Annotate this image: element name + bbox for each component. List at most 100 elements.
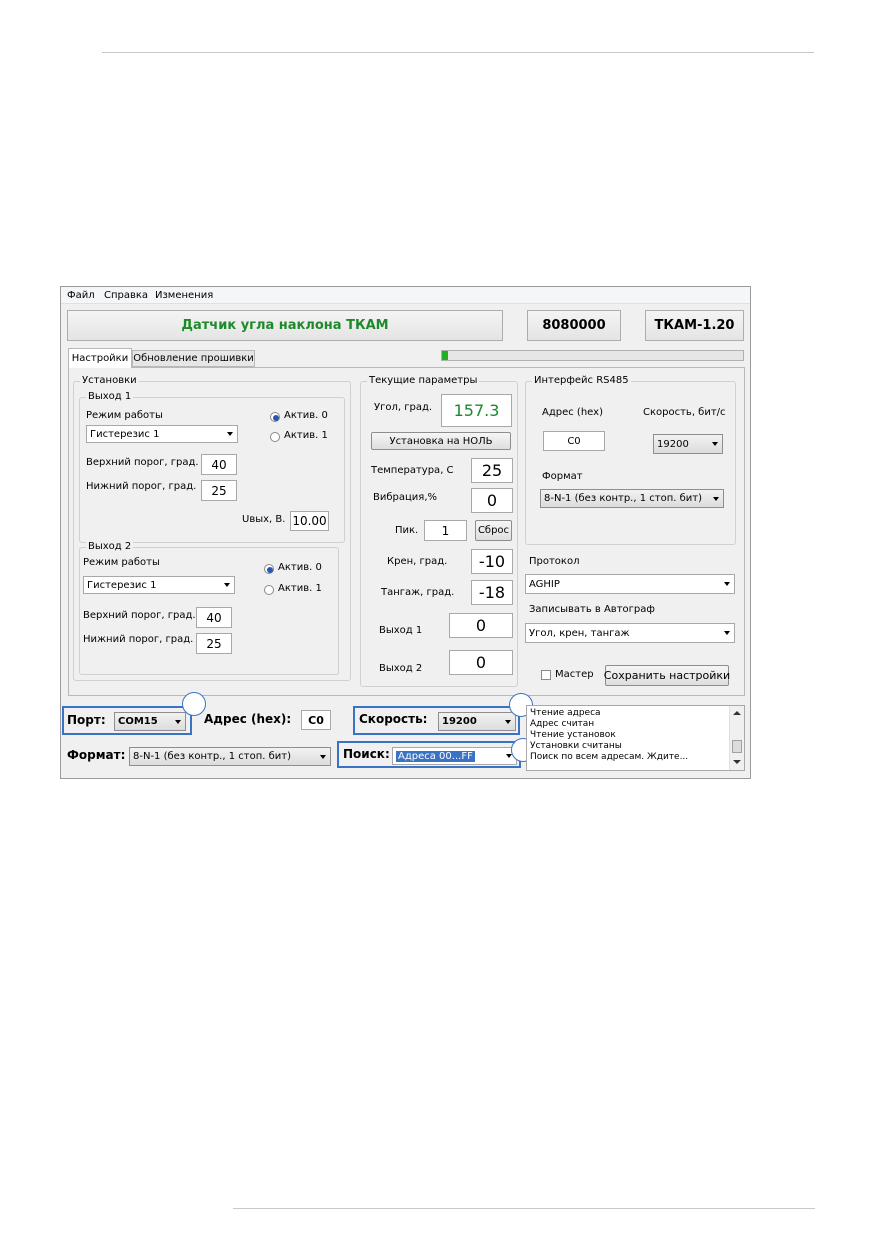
out2-mode-combo[interactable]: Гистерезис 1	[83, 576, 235, 594]
bottom-speed-label: Скорость:	[359, 712, 428, 726]
out1-active1-radio[interactable]	[270, 432, 280, 442]
scroll-down-icon[interactable]	[733, 760, 741, 764]
scroll-up-icon[interactable]	[733, 711, 741, 715]
tab-firmware[interactable]: Обновление прошивки	[132, 350, 255, 367]
protocol-value: AGHIP	[529, 578, 560, 590]
out1-lower-label: Нижний порог, град.	[86, 481, 197, 492]
angle-value: 157.3	[441, 394, 512, 427]
search-label: Поиск:	[343, 747, 390, 761]
bottom-format-value: 8-N-1 (без контр., 1 стоп. бит)	[133, 751, 291, 762]
port-combo[interactable]: COM15	[114, 712, 186, 731]
roll-label: Крен, град.	[387, 556, 448, 567]
menu-help[interactable]: Справка	[104, 290, 148, 301]
bottom-format-combo[interactable]: 8-N-1 (без контр., 1 стоп. бит)	[129, 747, 331, 766]
log-listbox[interactable]: Чтение адреса Адрес считан Чтение установо…	[526, 705, 745, 771]
settings-panel: Установки Выход 1 Режим работы Актив. 0 …	[68, 367, 745, 696]
bottom-addr-label: Адрес (hex):	[204, 712, 292, 726]
record-value: Угол, крен, тангаж	[529, 627, 630, 639]
rs485-speed-combo[interactable]: 19200	[653, 434, 723, 454]
reset-button[interactable]: Сброс	[475, 520, 512, 541]
log-line: Чтение установок	[530, 730, 616, 740]
zero-button[interactable]: Установка на НОЛЬ	[371, 432, 511, 450]
out2-active1-label: Актив. 1	[278, 583, 322, 594]
out2-upper-input[interactable]: 40	[196, 607, 232, 628]
bottom-speed-value: 19200	[442, 716, 477, 727]
uout-input[interactable]: 10.00	[290, 511, 329, 531]
out2-mode-label: Режим работы	[83, 557, 160, 568]
pitch-value: -18	[471, 580, 513, 605]
output-2-value: 0	[449, 650, 513, 675]
chevron-down-icon	[505, 719, 511, 724]
out1-active0-label: Актив. 0	[284, 410, 328, 421]
menu-changes[interactable]: Изменения	[155, 290, 213, 301]
out2-lower-label: Нижний порог, град.	[83, 634, 194, 645]
progress-bar	[441, 350, 744, 361]
peak-value: 1	[424, 520, 467, 541]
out1-lower-input[interactable]: 25	[201, 480, 237, 501]
log-lines: Чтение адреса Адрес считан Чтение установо…	[530, 708, 728, 763]
group-output-2: Выход 2 Режим работы Актив. 0 Гистерезис…	[79, 541, 339, 675]
out2-upper-label: Верхний порог, град.	[83, 610, 196, 621]
rs485-format-combo[interactable]: 8-N-1 (без контр., 1 стоп. бит)	[540, 489, 724, 508]
out2-lower-input[interactable]: 25	[196, 633, 232, 654]
rs485-format-value: 8-N-1 (без контр., 1 стоп. бит)	[544, 493, 702, 504]
app-window: Файл Справка Изменения Датчик угла накло…	[60, 286, 751, 779]
group-rs485: Интерфейс RS485 Адрес (hex) Скорость, би…	[525, 375, 736, 545]
output-2-label: Выход 2	[379, 663, 423, 674]
temp-label: Температура, С	[371, 465, 454, 476]
angle-label: Угол, град.	[374, 402, 433, 413]
chevron-down-icon	[175, 719, 181, 724]
rs485-addr-input[interactable]: C0	[543, 431, 605, 451]
pitch-label: Тангаж, град.	[381, 587, 455, 598]
search-value: Адреса 00...FF	[396, 750, 475, 762]
scroll-thumb[interactable]	[732, 740, 742, 753]
out2-active0-label: Актив. 0	[278, 562, 322, 573]
rs485-addr-label: Адрес (hex)	[542, 407, 603, 418]
temp-value: 25	[471, 458, 513, 483]
save-settings-button[interactable]: Сохранить настройки	[604, 665, 730, 686]
port-value: COM15	[118, 716, 158, 727]
bottom-rule	[233, 1208, 815, 1209]
tab-settings[interactable]: Настройки	[68, 348, 132, 368]
device-title-button[interactable]: Датчик угла наклона ТКАМ	[67, 310, 503, 341]
master-checkbox[interactable]	[541, 670, 551, 680]
log-line: Чтение адреса	[530, 708, 601, 718]
uout-label: Uвых, В.	[242, 514, 286, 525]
menu-file[interactable]: Файл	[67, 290, 95, 301]
output-1-title: Выход 1	[86, 391, 134, 402]
out1-mode-value: Гистерезис 1	[90, 428, 160, 440]
out1-mode-label: Режим работы	[86, 410, 163, 421]
out2-mode-value: Гистерезис 1	[87, 579, 157, 591]
callout-marker	[182, 692, 206, 716]
rs485-format-label: Формат	[542, 471, 583, 482]
bottom-format-label: Формат:	[67, 748, 126, 762]
bottom-speed-combo[interactable]: 19200	[438, 712, 516, 731]
log-line: Установки считаны	[530, 741, 622, 751]
out1-upper-label: Верхний порог, град.	[86, 457, 199, 468]
out2-active0-radio[interactable]	[264, 564, 274, 574]
record-combo[interactable]: Угол, крен, тангаж	[525, 623, 735, 643]
chevron-down-icon	[724, 631, 730, 635]
version-button[interactable]: ТКАМ-1.20	[645, 310, 744, 341]
output-1-value: 0	[449, 613, 513, 638]
roll-value: -10	[471, 549, 513, 574]
chevron-down-icon	[227, 432, 233, 436]
chevron-down-icon	[713, 496, 719, 501]
out1-active1-label: Актив. 1	[284, 430, 328, 441]
protocol-label: Протокол	[529, 556, 580, 567]
log-line: Поиск по всем адресам. Ждите...	[530, 752, 689, 762]
current-params-title: Текущие параметры	[367, 375, 480, 386]
bottom-addr-input[interactable]: C0	[301, 710, 331, 730]
group-current-params: Текущие параметры Угол, град. 157.3 Уста…	[360, 375, 518, 687]
port-label: Порт:	[67, 713, 106, 727]
search-combo[interactable]: Адреса 00...FF	[392, 747, 517, 765]
rs485-speed-label: Скорость, бит/с	[643, 407, 726, 418]
out1-active0-radio[interactable]	[270, 412, 280, 422]
log-scrollbar[interactable]	[729, 706, 744, 770]
out2-active1-radio[interactable]	[264, 585, 274, 595]
protocol-combo[interactable]: AGHIP	[525, 574, 735, 594]
serial-button[interactable]: 8080000	[527, 310, 621, 341]
out1-mode-combo[interactable]: Гистерезис 1	[86, 425, 238, 443]
out1-upper-input[interactable]: 40	[201, 454, 237, 475]
rs485-speed-value: 19200	[657, 438, 689, 450]
